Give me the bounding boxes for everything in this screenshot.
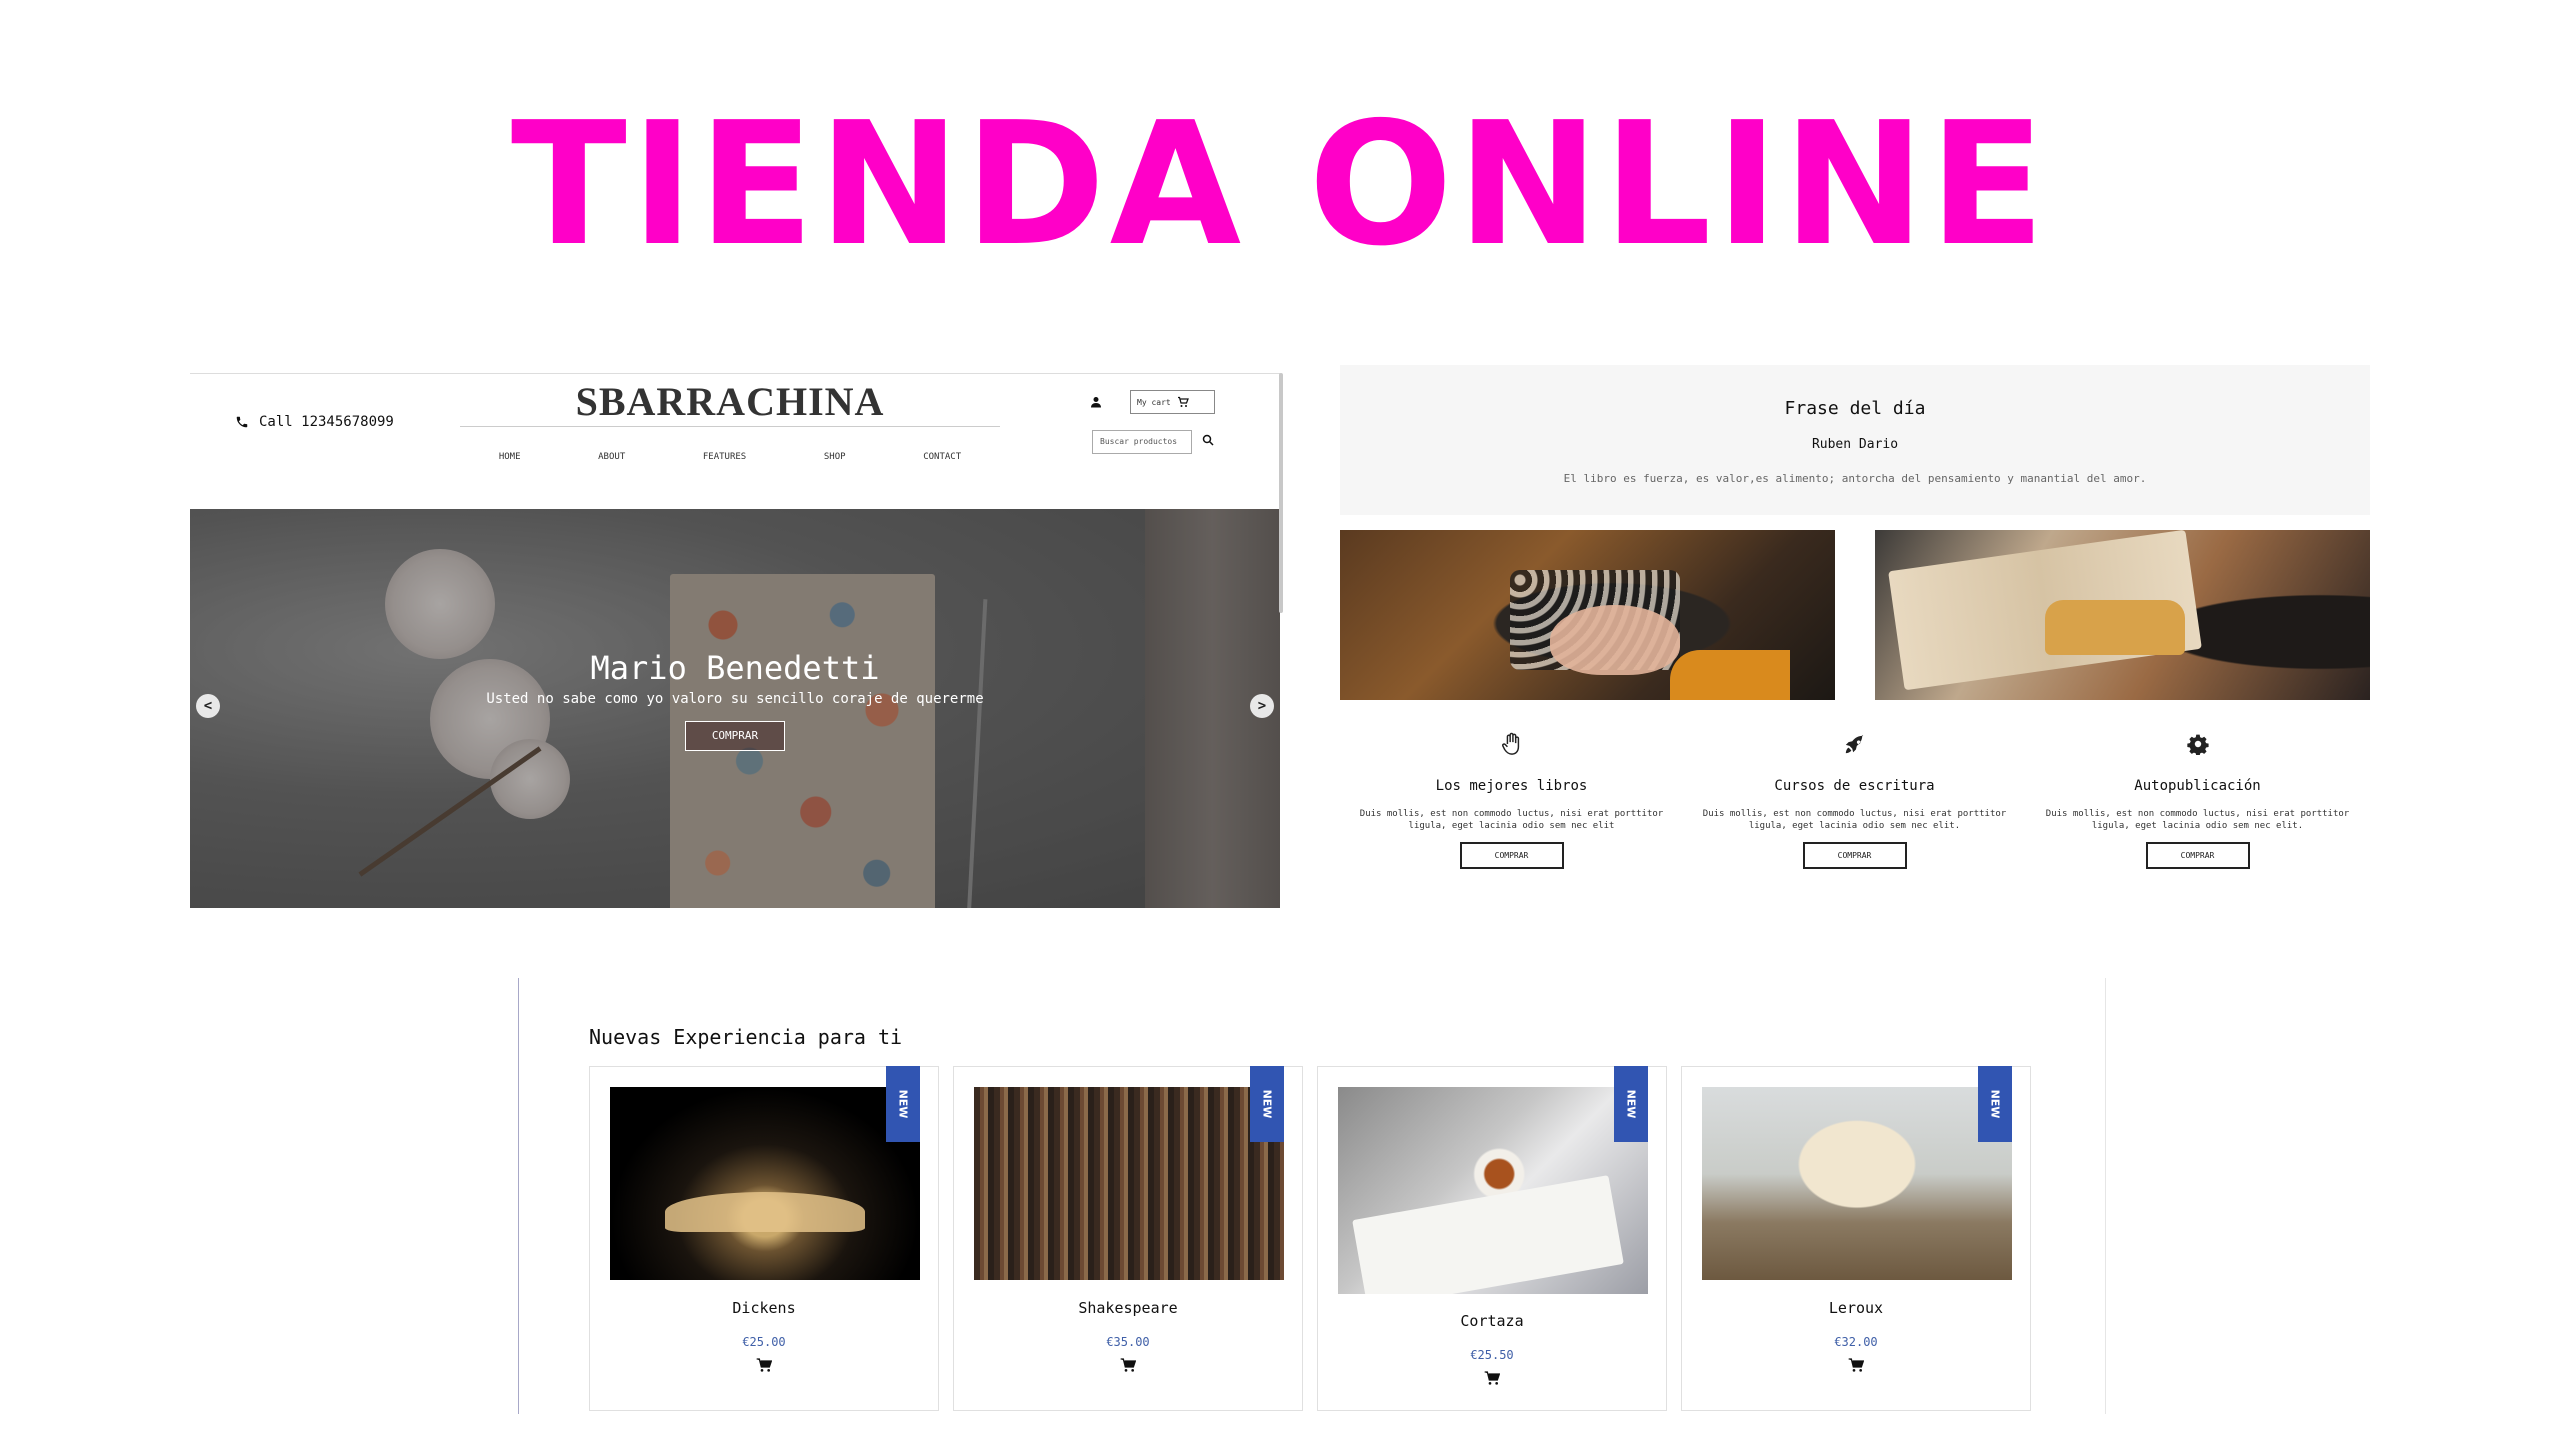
add-to-cart-icon[interactable] [756, 1357, 772, 1373]
phone-label: Call 12345678099 [259, 414, 394, 430]
add-to-cart-icon[interactable] [1484, 1370, 1500, 1386]
feature-description: Duis mollis, est non commodo luctus, nis… [1359, 809, 1664, 831]
quote-of-the-day: Frase del día Ruben Dario El libro es fu… [1340, 365, 2370, 515]
cart-label: My cart [1137, 397, 1171, 407]
nav-contact[interactable]: CONTACT [923, 452, 961, 462]
gear-icon [2186, 734, 2209, 755]
nav-features[interactable]: FEATURES [703, 452, 746, 462]
add-to-cart-icon[interactable] [1848, 1357, 1864, 1373]
quote-author: Ruben Dario [1811, 437, 1899, 452]
product-price: €35.00 [1106, 1335, 1150, 1349]
search-input[interactable]: Buscar productos [1092, 430, 1192, 454]
site-header: Call 12345678099 SBARRACHINA HOME ABOUT … [190, 374, 1280, 509]
product-image[interactable] [1338, 1087, 1648, 1294]
products-screenshot: Nuevas Experiencia para ti NEW Dickens €… [518, 978, 2108, 1414]
homepage-screenshot: Call 12345678099 SBARRACHINA HOME ABOUT … [190, 373, 1280, 908]
product-name[interactable]: Leroux [1682, 1299, 2030, 1317]
product-grid: NEW Dickens €25.00 NEW Shakespeare €35.0… [589, 1066, 2031, 1411]
feature-item: Cursos de escritura Duis mollis, est non… [1683, 730, 2026, 869]
nav-home[interactable]: HOME [499, 452, 521, 462]
book-illustration [2045, 600, 2185, 655]
new-badge: NEW [886, 1066, 920, 1142]
feature-item: Los mejores libros Duis mollis, est non … [1340, 730, 1683, 869]
new-badge: NEW [1978, 1066, 2012, 1142]
phone-contact[interactable]: Call 12345678099 [235, 414, 394, 430]
slider-next-button[interactable]: > [1250, 694, 1274, 718]
features-screenshot: Frase del día Ruben Dario El libro es fu… [1340, 365, 2370, 905]
product-name[interactable]: Shakespeare [954, 1299, 1302, 1317]
section-title: Nuevas Experiencia para ti [589, 1025, 903, 1049]
search-icon[interactable] [1202, 434, 1214, 446]
hero-overlay [190, 509, 1280, 908]
user-icon[interactable] [1090, 396, 1102, 408]
product-card[interactable]: NEW Leroux €32.00 [1681, 1066, 2031, 1411]
product-price: €32.00 [1834, 1335, 1878, 1349]
add-to-cart-icon[interactable] [1120, 1357, 1136, 1373]
product-price: €25.00 [742, 1335, 786, 1349]
feature-buy-button[interactable]: COMPRAR [1802, 842, 1907, 869]
feature-description: Duis mollis, est non commodo luctus, nis… [1702, 809, 2007, 831]
product-image[interactable] [610, 1087, 920, 1280]
brand-logo[interactable]: SBARRACHINA [460, 374, 1000, 422]
quote-text: El libro es fuerza, es valor,es alimento… [1563, 472, 2147, 485]
illustrated-book-photo [1875, 530, 2370, 700]
scrollbar[interactable] [1279, 373, 1283, 613]
open-book [665, 1192, 865, 1232]
feature-description: Duis mollis, est non commodo luctus, nis… [2045, 809, 2350, 831]
product-image[interactable] [1702, 1087, 2012, 1280]
nav-about[interactable]: ABOUT [598, 452, 625, 462]
hands-typing [1550, 605, 1680, 675]
features-row: Los mejores libros Duis mollis, est non … [1340, 730, 2370, 869]
hero-title: Mario Benedetti [590, 649, 880, 687]
cart-icon [1177, 396, 1189, 407]
quote-title: Frase del día [1784, 398, 1926, 419]
product-card[interactable]: NEW Cortaza €25.50 [1317, 1066, 1667, 1411]
feature-title: Cursos de escritura [1774, 778, 1935, 794]
feature-buy-button[interactable]: COMPRAR [2145, 842, 2250, 869]
rocket-icon [1845, 734, 1863, 754]
hero-buy-button[interactable]: COMPRAR [685, 721, 785, 751]
open-book [1352, 1175, 1624, 1294]
main-nav: HOME ABOUT FEATURES SHOP CONTACT [460, 452, 1000, 462]
product-card[interactable]: NEW Shakespeare €35.00 [953, 1066, 1303, 1411]
brand-divider [460, 426, 1000, 427]
hand-icon [1501, 732, 1519, 755]
hero-subtitle: Usted no sabe como yo valoro su sencillo… [486, 691, 984, 707]
feature-title: Autopublicación [2134, 778, 2261, 794]
product-card[interactable]: NEW Dickens €25.00 [589, 1066, 939, 1411]
product-price: €25.50 [1470, 1348, 1514, 1362]
page-title: TIENDA ONLINE [510, 86, 2050, 284]
cart-button[interactable]: My cart [1130, 390, 1215, 414]
feature-buy-button[interactable]: COMPRAR [1459, 842, 1564, 869]
new-badge: NEW [1614, 1066, 1648, 1142]
yellow-sleeve [1670, 650, 1790, 700]
product-name[interactable]: Dickens [590, 1299, 938, 1317]
slider-prev-button[interactable]: < [196, 694, 220, 718]
feature-item: Autopublicación Duis mollis, est non com… [2026, 730, 2369, 869]
nav-shop[interactable]: SHOP [824, 452, 846, 462]
product-image[interactable] [974, 1087, 1284, 1280]
new-badge: NEW [1250, 1066, 1284, 1142]
feature-title: Los mejores libros [1435, 778, 1588, 794]
product-name[interactable]: Cortaza [1318, 1312, 1666, 1330]
phone-icon [236, 416, 248, 428]
panel-divider [2105, 978, 2106, 1414]
hero-slider: Mario Benedetti Usted no sabe como yo va… [190, 509, 1280, 908]
typewriter-photo [1340, 530, 1835, 700]
